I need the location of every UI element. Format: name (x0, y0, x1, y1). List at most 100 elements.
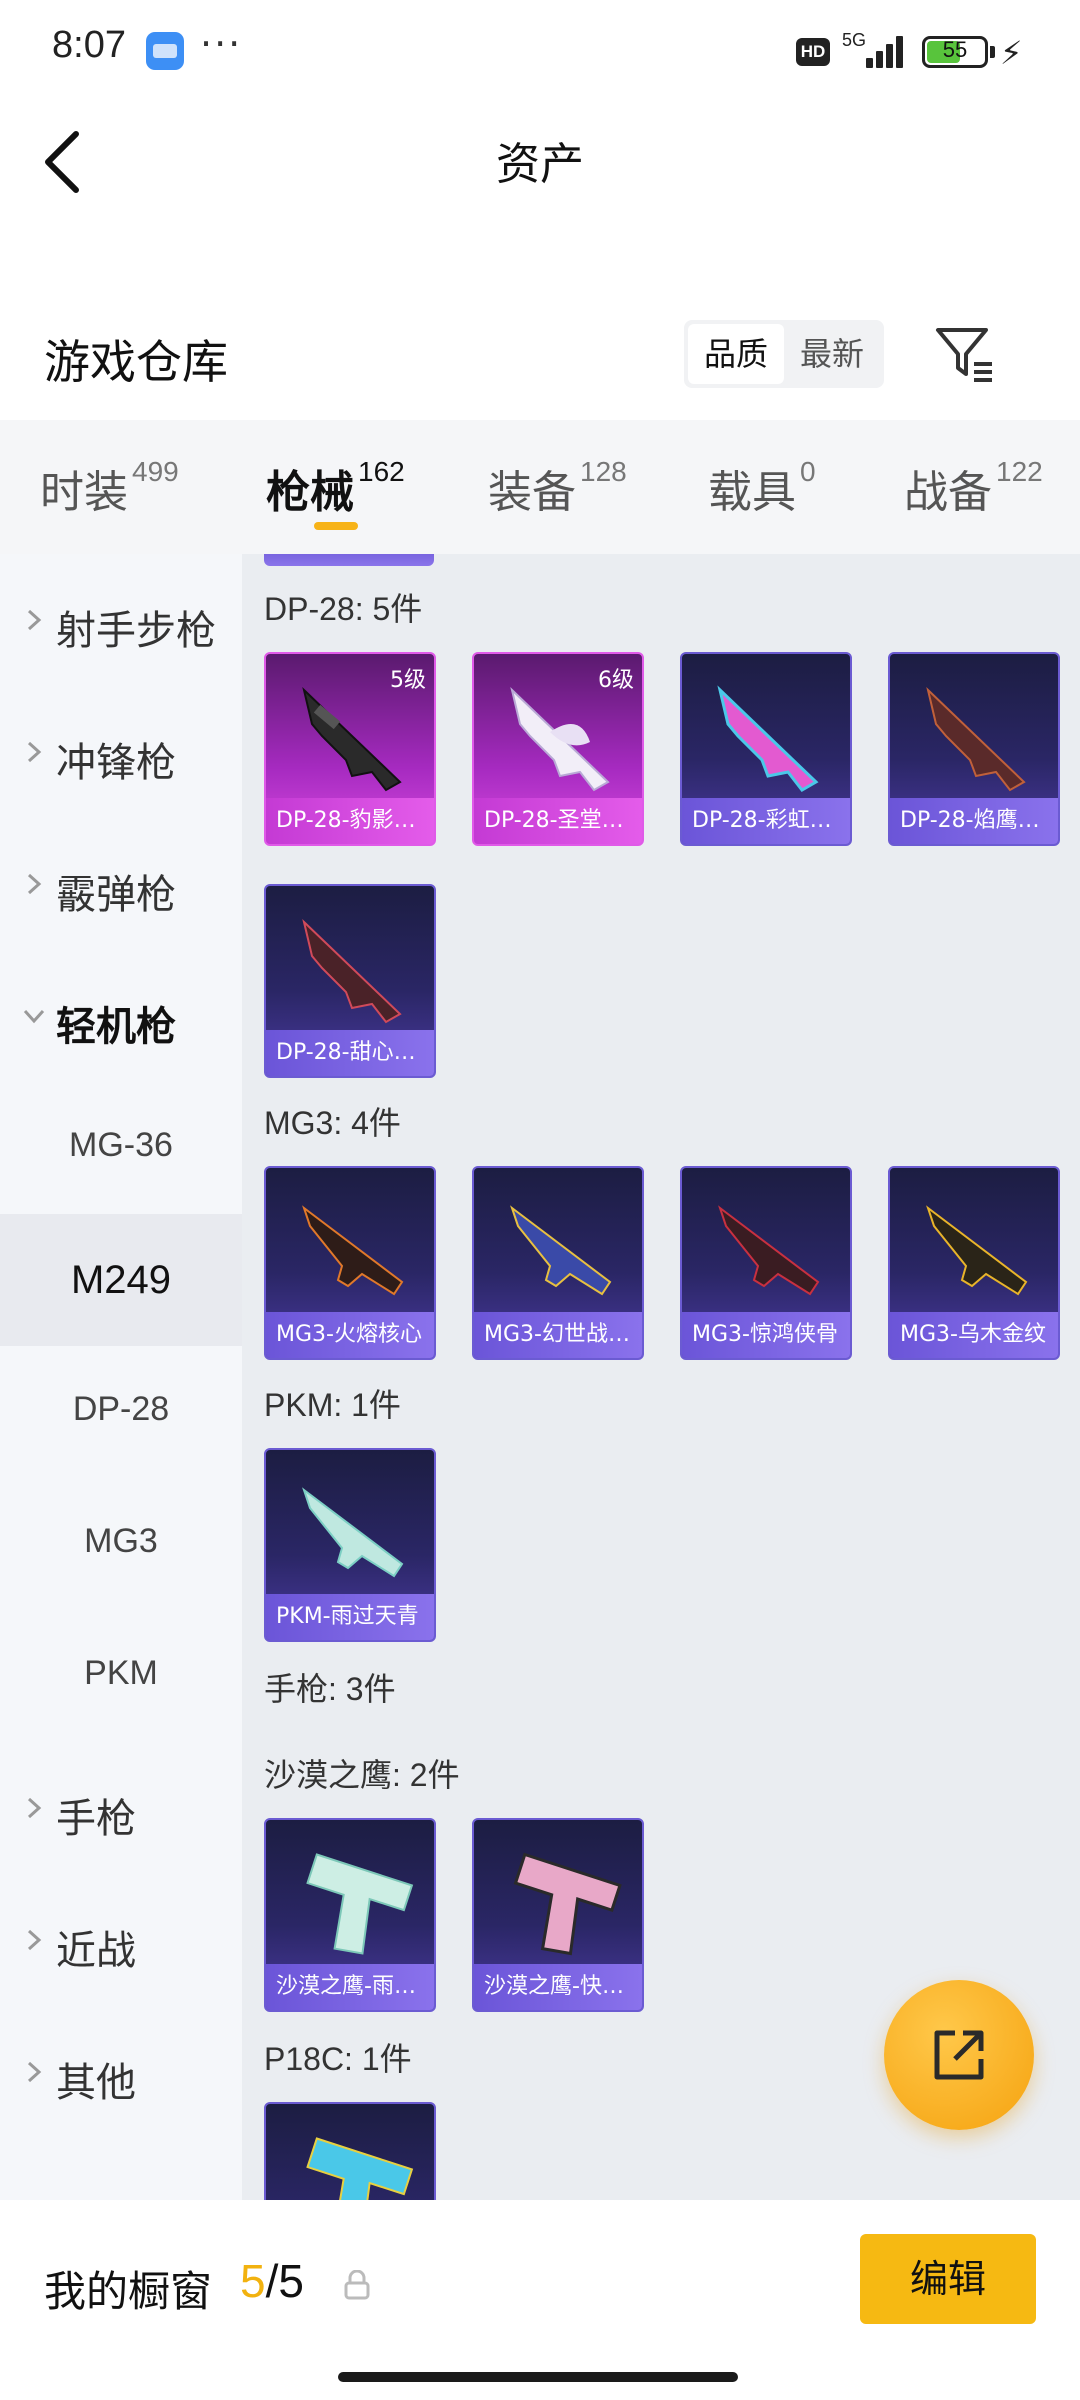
item-name: DP-28-豹影… (266, 798, 434, 844)
charging-icon: ⚡ (1000, 34, 1023, 72)
item-card[interactable]: MG3-惊鸿侠骨 (680, 1166, 852, 1360)
sidebar-item-label: DP-28 (72, 1390, 170, 1428)
item-card[interactable]: DP-28-甜心… (264, 884, 436, 1078)
status-bar: 8:07 ··· HD 5G 55 ⚡ (0, 0, 1080, 100)
sort-quality-button[interactable]: 品质 (688, 324, 784, 384)
tab-label: 战备 (904, 467, 992, 518)
partial-item-card[interactable] (264, 554, 434, 566)
sidebar-item-marksman-rifle[interactable]: 射手步枪 (0, 554, 242, 686)
sidebar-item-lmg[interactable]: 轻机枪 (0, 950, 242, 1082)
chevron-right-icon (27, 1797, 42, 1819)
lmg-skin-icon (302, 1205, 404, 1296)
sidebar-item-label: 冲锋枪 (56, 740, 176, 786)
sidebar-item-smg[interactable]: 冲锋枪 (0, 686, 242, 818)
showcase-count: 5/5 (240, 2254, 304, 2308)
showcase-count-current: 5 (240, 2255, 266, 2307)
edit-button[interactable]: 编辑 (860, 2234, 1036, 2324)
item-level: 5级 (390, 668, 426, 693)
item-card[interactable]: 沙漠之鹰-雨… (264, 1818, 436, 2012)
active-tab-indicator (314, 522, 358, 530)
group-title-desert-eagle: 沙漠之鹰: 2件 (264, 1757, 460, 1793)
hd-icon: HD (796, 38, 830, 66)
page-title: 资产 (496, 139, 584, 190)
tab-count: 162 (358, 456, 405, 487)
sidebar-item-label: 其他 (56, 2060, 136, 2106)
chevron-right-icon (27, 1929, 42, 1951)
tab-tactical[interactable]: 战备 122 (904, 456, 1043, 520)
battery-icon: 55 (922, 36, 988, 68)
showcase-label: 我的橱窗 (44, 2267, 213, 2316)
nav-header: 资产 (0, 100, 1080, 220)
sidebar-subitem-mg3[interactable]: MG3 (0, 1478, 242, 1610)
status-time: 8:07 (52, 24, 126, 66)
battery-cap (990, 46, 995, 58)
tab-label: 载具 (708, 467, 796, 518)
item-card[interactable]: DP-28-彩虹… (680, 652, 852, 846)
tab-equipment[interactable]: 装备 128 (488, 456, 627, 520)
chevron-right-icon (27, 741, 42, 763)
item-card[interactable]: DP-28-焰鹰… (888, 652, 1060, 846)
tab-fashion[interactable]: 时装 499 (40, 456, 179, 520)
chevron-down-icon (23, 1009, 45, 1024)
warehouse-header: 游戏仓库 品质 最新 (0, 300, 1080, 410)
sidebar-subitem-mg36[interactable]: MG-36 (0, 1082, 242, 1214)
item-name: DP-28-圣堂… (474, 798, 642, 844)
item-name: 沙漠之鹰-雨… (266, 1964, 434, 2010)
sidebar-item-pistol[interactable]: 手枪 (0, 1742, 242, 1874)
sort-newest-button[interactable]: 最新 (784, 324, 880, 384)
item-name: DP-28-甜心… (266, 1030, 434, 1076)
sidebar-subitem-m249[interactable]: M249 (0, 1214, 242, 1346)
sidebar-item-other[interactable]: 其他 (0, 2006, 242, 2138)
item-level: 6级 (598, 668, 634, 693)
group-title-p18c: P18C: 1件 (264, 2041, 412, 2077)
battery-level: 55 (942, 37, 968, 62)
sidebar-item-label: 轻机枪 (56, 1004, 176, 1050)
pistol-skin-icon (306, 2137, 414, 2200)
showcase-bar: 我的橱窗 5/5 编辑 (0, 2200, 1080, 2400)
tab-label: 装备 (488, 467, 576, 518)
section-title: 游戏仓库 (44, 335, 228, 389)
share-fab[interactable] (884, 1980, 1034, 2130)
item-name: MG3-幻世战… (474, 1312, 642, 1358)
item-name: MG3-惊鸿侠骨 (682, 1312, 850, 1358)
lmg-skin-icon (926, 1205, 1028, 1296)
home-indicator[interactable] (338, 2372, 738, 2382)
chevron-right-icon (27, 609, 42, 631)
sidebar-subitem-pkm[interactable]: PKM (0, 1610, 242, 1742)
item-card[interactable]: MG3-幻世战… (472, 1166, 644, 1360)
tab-count: 0 (800, 456, 816, 487)
sidebar-item-label: 近战 (56, 1928, 136, 1974)
chevron-right-icon (27, 2061, 42, 2083)
item-card[interactable]: MG3-火熔核心 (264, 1166, 436, 1360)
item-name: PKM-雨过天青 (266, 1594, 434, 1640)
sidebar-item-label: PKM (84, 1654, 158, 1692)
tab-vehicles[interactable]: 载具 0 (708, 456, 816, 520)
item-card[interactable]: MG3-乌木金纹 (888, 1166, 1060, 1360)
sidebar-item-shotgun[interactable]: 霰弹枪 (0, 818, 242, 950)
lmg-skin-icon (926, 686, 1026, 792)
filter-button[interactable] (932, 322, 996, 386)
item-name: DP-28-焰鹰… (890, 798, 1058, 844)
item-name: MG3-乌木金纹 (890, 1312, 1058, 1358)
item-card[interactable]: 沙漠之鹰-快… (472, 1818, 644, 2012)
tab-count: 122 (996, 456, 1043, 487)
group-title-mg3: MG3: 4件 (264, 1105, 401, 1141)
tab-count: 499 (132, 456, 179, 487)
item-card[interactable]: 5级 DP-28-豹影… (264, 652, 436, 846)
sidebar-item-melee[interactable]: 近战 (0, 1874, 242, 2006)
lmg-skin-icon (302, 918, 402, 1024)
share-icon (934, 2030, 984, 2080)
item-card[interactable] (264, 2102, 436, 2200)
group-title-pkm: PKM: 1件 (264, 1387, 401, 1423)
item-card[interactable]: 6级 DP-28-圣堂… (472, 652, 644, 846)
weapon-grid: DP-28: 5件 5级 DP-28-豹影… 6级 DP-28-圣堂… DP-2… (242, 554, 1080, 2200)
sidebar-item-label: 射手步枪 (56, 608, 216, 654)
item-card[interactable]: PKM-雨过天青 (264, 1448, 436, 1642)
chevron-right-icon (27, 873, 42, 895)
item-name: 沙漠之鹰-快… (474, 1964, 642, 2010)
group-title-pistol: 手枪: 3件 (264, 1671, 396, 1707)
lmg-skin-icon (302, 1487, 404, 1578)
sort-toggle: 品质 最新 (684, 320, 884, 388)
sidebar-subitem-dp28[interactable]: DP-28 (0, 1346, 242, 1478)
tab-firearms[interactable]: 枪械 162 (266, 456, 405, 520)
